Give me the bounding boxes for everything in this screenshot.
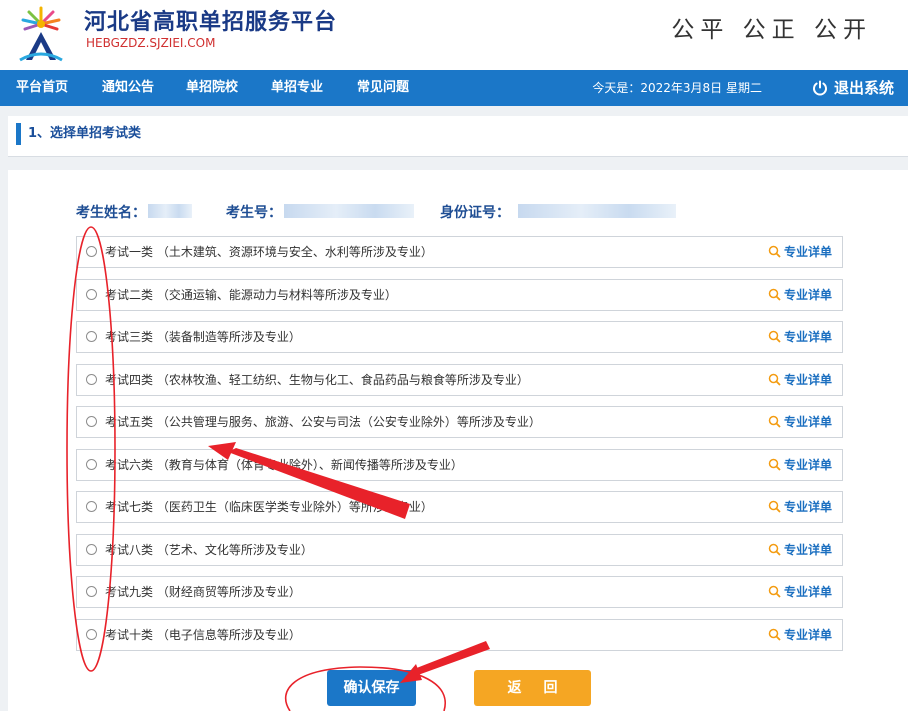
major-detail-link[interactable]: 专业详单 — [768, 407, 832, 437]
logout-button[interactable]: 退出系统 — [812, 70, 894, 106]
radio-button[interactable] — [86, 458, 97, 470]
confirm-save-button[interactable]: 确认保存 — [327, 670, 416, 706]
exam-option[interactable]: 考试三类 （装备制造等所涉及专业） 专业详单 — [76, 321, 843, 353]
major-detail-link[interactable]: 专业详单 — [768, 322, 832, 352]
radio-button[interactable] — [86, 628, 97, 640]
site-logo — [19, 6, 63, 62]
redacted-number — [284, 204, 414, 218]
site-title: 河北省高职单招服务平台 — [84, 10, 338, 35]
exam-selection-panel: 考生姓名： 考生号： 身份证号： 考试一类 （土木建筑、资源环境与安全、水利等所… — [8, 170, 908, 711]
site-slogan: 公平 公正 公开 — [671, 17, 872, 43]
exam-option[interactable]: 考试九类 （财经商贸等所涉及专业） 专业详单 — [76, 576, 843, 608]
major-detail-link[interactable]: 专业详单 — [768, 450, 832, 480]
search-icon — [768, 628, 781, 641]
major-detail-label: 专业详单 — [783, 330, 832, 344]
major-detail-link[interactable]: 专业详单 — [768, 280, 832, 310]
search-icon — [768, 245, 781, 258]
radio-button[interactable] — [86, 586, 97, 597]
radio-button[interactable] — [86, 416, 97, 427]
major-detail-label: 专业详单 — [783, 372, 832, 387]
search-icon — [768, 458, 781, 471]
major-detail-label: 专业详单 — [783, 585, 832, 599]
main-nav: 平台首页 通知公告 单招院校 单招专业 常见问题 今天是：2022年3月8日 星… — [0, 70, 908, 106]
major-detail-label: 专业详单 — [783, 415, 832, 429]
back-button[interactable]: 返回 — [474, 670, 591, 706]
exam-option[interactable]: 考试五类 （公共管理与服务、旅游、公安与司法（公安专业除外）等所涉及专业） 专业… — [76, 406, 843, 438]
exam-option-label: 考试二类 （交通运输、能源动力与材料等所涉及专业） — [105, 287, 397, 302]
candidate-id-label: 身份证号： — [440, 205, 510, 221]
radio-button[interactable] — [86, 331, 97, 342]
exam-option-label: 考试七类 （医药卫生（临床医学类专业除外）等所涉及专业） — [105, 500, 433, 514]
exam-option-label: 考试六类 （教育与体育（体育专业除外）、新闻传播等所涉及专业） — [105, 457, 463, 472]
exam-option[interactable]: 考试二类 （交通运输、能源动力与材料等所涉及专业） 专业详单 — [76, 278, 843, 311]
major-detail-label: 专业详单 — [783, 627, 832, 642]
candidate-name-label: 考生姓名： — [76, 205, 146, 221]
logout-label: 退出系统 — [833, 79, 894, 97]
redacted-id — [518, 204, 676, 218]
candidate-number-label: 考生号： — [226, 205, 282, 221]
redacted-name — [148, 204, 192, 218]
site-header: 河北省高职单招服务平台 HEBGZDZ.SJZIEI.COM 公平 公正 公开 — [0, 0, 908, 70]
radio-button[interactable] — [86, 373, 97, 385]
step-bar: 1、选择单招考试类 — [8, 116, 908, 157]
major-detail-link[interactable]: 专业详单 — [768, 535, 832, 565]
major-detail-label: 专业详单 — [783, 287, 832, 302]
radio-button[interactable] — [86, 288, 97, 300]
exam-option[interactable]: 考试一类 （土木建筑、资源环境与安全、水利等所涉及专业） 专业详单 — [76, 236, 843, 268]
major-detail-label: 专业详单 — [783, 245, 832, 259]
exam-option-label: 考试八类 （艺术、文化等所涉及专业） — [105, 542, 313, 557]
search-icon — [768, 415, 781, 428]
exam-option[interactable]: 考试十类 （电子信息等所涉及专业） 专业详单 — [76, 618, 843, 651]
exam-option-label: 考试五类 （公共管理与服务、旅游、公安与司法（公安专业除外）等所涉及专业） — [105, 415, 541, 429]
exam-option[interactable]: 考试七类 （医药卫生（临床医学类专业除外）等所涉及专业） 专业详单 — [76, 491, 843, 523]
exam-option-label: 考试一类 （土木建筑、资源环境与安全、水利等所涉及专业） — [105, 245, 433, 259]
radio-button[interactable] — [86, 501, 97, 512]
major-detail-link[interactable]: 专业详单 — [768, 237, 832, 267]
exam-option-label: 考试四类 （农林牧渔、轻工纺织、生物与化工、食品药品与粮食等所涉及专业） — [105, 372, 529, 387]
exam-option[interactable]: 考试六类 （教育与体育（体育专业除外）、新闻传播等所涉及专业） 专业详单 — [76, 448, 843, 481]
nav-item-colleges[interactable]: 单招院校 — [186, 70, 238, 106]
major-detail-link[interactable]: 专业详单 — [768, 620, 832, 650]
search-icon — [768, 500, 781, 513]
major-detail-link[interactable]: 专业详单 — [768, 577, 832, 607]
nav-item-home[interactable]: 平台首页 — [16, 70, 68, 106]
exam-option-label: 考试九类 （财经商贸等所涉及专业） — [105, 585, 301, 599]
radio-button[interactable] — [86, 543, 97, 555]
major-detail-label: 专业详单 — [783, 500, 832, 514]
current-date: 今天是：2022年3月8日 星期二 — [592, 81, 762, 95]
major-detail-link[interactable]: 专业详单 — [768, 365, 832, 395]
exam-option-label: 考试十类 （电子信息等所涉及专业） — [105, 627, 301, 642]
nav-item-majors[interactable]: 单招专业 — [271, 70, 323, 106]
nav-item-faq[interactable]: 常见问题 — [357, 70, 409, 106]
step-accent — [16, 123, 21, 145]
nav-item-notices[interactable]: 通知公告 — [102, 70, 154, 106]
search-icon — [768, 543, 781, 556]
search-icon — [768, 330, 781, 343]
search-icon — [768, 373, 781, 386]
step-title: 1、选择单招考试类 — [28, 126, 142, 141]
radio-button[interactable] — [86, 246, 97, 257]
power-icon — [812, 80, 827, 96]
search-icon — [768, 288, 781, 301]
search-icon — [768, 585, 781, 598]
major-detail-link[interactable]: 专业详单 — [768, 492, 832, 522]
exam-option[interactable]: 考试八类 （艺术、文化等所涉及专业） 专业详单 — [76, 533, 843, 566]
major-detail-label: 专业详单 — [783, 457, 832, 472]
exam-option[interactable]: 考试四类 （农林牧渔、轻工纺织、生物与化工、食品药品与粮食等所涉及专业） 专业详… — [76, 363, 843, 396]
major-detail-label: 专业详单 — [783, 542, 832, 557]
site-url: HEBGZDZ.SJZIEI.COM — [86, 36, 216, 50]
exam-option-label: 考试三类 （装备制造等所涉及专业） — [105, 330, 301, 344]
